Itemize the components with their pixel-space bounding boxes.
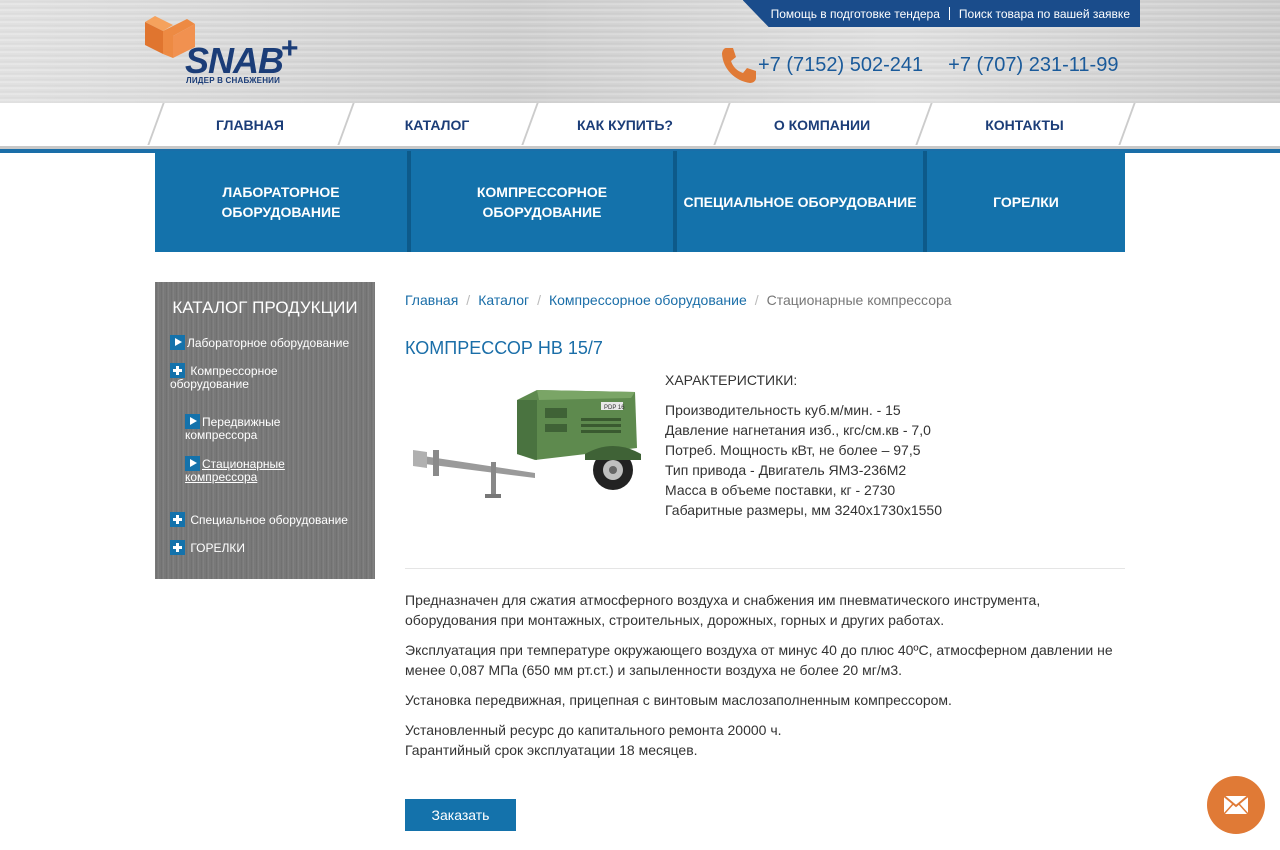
breadcrumb-home[interactable]: Главная: [405, 292, 458, 308]
catalog-sidebar: КАТАЛОГ ПРОДУКЦИИ Лабораторное оборудова…: [155, 282, 375, 579]
nav-about[interactable]: О КОМПАНИИ: [723, 103, 921, 146]
logo[interactable]: SNAB + ЛИДЕР В СНАБЖЕНИИ: [143, 14, 313, 89]
phones: +7 (7152) 502-241 +7 (707) 231-11-99: [718, 44, 1143, 86]
nav-how-to-buy[interactable]: КАК КУПИТЬ?: [531, 103, 719, 146]
product-search-link[interactable]: Поиск товара по вашей заявке: [959, 7, 1130, 21]
play-icon: [170, 335, 185, 350]
sidebar-item-mobile-compressors[interactable]: Передвижные компрессора: [185, 414, 305, 442]
description-line: Установленный ресурс до капитального рем…: [405, 722, 782, 738]
compressor-image[interactable]: PDP 16: [405, 378, 645, 518]
compressor-model-label: PDP 16: [604, 405, 625, 411]
description-line: Гарантийный срок эксплуатации 18 месяцев…: [405, 742, 698, 758]
plus-icon: [170, 363, 185, 378]
spec-line: Производительность куб.м/мин. - 15: [665, 402, 901, 418]
tile-lab-equipment[interactable]: ЛАБОРАТОРНОЕ ОБОРУДОВАНИЕ: [155, 151, 407, 252]
tender-help-link[interactable]: Помощь в подготовке тендера: [771, 7, 940, 21]
sidebar-item-stationary-compressors[interactable]: Стационарные компрессора: [185, 456, 305, 484]
breadcrumb-current: Стационарные компрессора: [766, 292, 952, 308]
order-button[interactable]: Заказать: [405, 799, 516, 831]
main-nav: ГЛАВНАЯ КАТАЛОГ КАК КУПИТЬ? О КОМПАНИИ К…: [0, 103, 1280, 149]
tile-burners[interactable]: ГОРЕЛКИ: [927, 151, 1125, 252]
spec-line: Потреб. Мощность кВт, не более – 97,5: [665, 442, 921, 458]
breadcrumb-compressor-equipment[interactable]: Компрессорное оборудование: [549, 292, 747, 308]
description-paragraph: Предназначен для сжатия атмосферного воз…: [405, 592, 1041, 628]
site-header: SNAB + ЛИДЕР В СНАБЖЕНИИ Помощь в подгот…: [0, 0, 1280, 103]
spec-line: Масса в объеме поставки, кг - 2730: [665, 482, 896, 498]
product-title: КОМПРЕССОР НВ 15/7: [405, 338, 603, 358]
logo-plus: +: [281, 32, 299, 65]
tile-special-equipment[interactable]: СПЕЦИАЛЬНОЕ ОБОРУДОВАНИЕ: [677, 151, 923, 252]
sidebar-item-burners[interactable]: ГОРЕЛКИ: [170, 540, 370, 555]
sidebar-item-label: ГОРЕЛКИ: [190, 541, 245, 555]
spec-line: Габаритные размеры, мм 3240х1730х1550: [665, 502, 942, 518]
category-tiles: ЛАБОРАТОРНОЕ ОБОРУДОВАНИЕ КОМПРЕССОРНОЕ …: [155, 151, 1125, 252]
phone-number-1[interactable]: +7 (7152) 502-241: [758, 54, 923, 77]
nav-contacts[interactable]: КОНТАКТЫ: [925, 103, 1124, 146]
play-icon: [185, 414, 200, 429]
sidebar-item-label: Специальное оборудование: [190, 513, 348, 527]
sidebar-item-lab[interactable]: Лабораторное оборудование: [170, 335, 370, 350]
description-paragraph: Установка передвижная, прицепная с винто…: [405, 692, 952, 708]
envelope-icon: [1223, 795, 1249, 815]
phone-icon: [722, 48, 756, 83]
nav-home[interactable]: ГЛАВНАЯ: [157, 103, 343, 146]
breadcrumb-separator: /: [754, 292, 759, 308]
play-icon: [185, 456, 200, 471]
mail-button[interactable]: [1207, 776, 1265, 834]
phone-number-2[interactable]: +7 (707) 231-11-99: [948, 54, 1118, 77]
breadcrumb-separator: /: [537, 292, 541, 308]
specs-title: ХАРАКТЕРИСТИКИ:: [665, 372, 798, 388]
sidebar-item-compressor[interactable]: Компрессорное оборудование: [170, 363, 320, 391]
tile-compressor-equipment[interactable]: КОМПРЕССОРНОЕ ОБОРУДОВАНИЕ: [411, 151, 673, 252]
spec-line: Давление нагнетания изб., кгс/см.кв - 7,…: [665, 422, 931, 438]
plus-icon: [170, 540, 185, 555]
top-links-bar: Помощь в подготовке тендера Поиск товара…: [742, 0, 1140, 27]
product-description: Предназначен для сжатия атмосферного воз…: [405, 590, 1125, 760]
sidebar-item-special[interactable]: Специальное оборудование: [170, 512, 370, 527]
sidebar-item-label: Компрессорное оборудование: [170, 364, 278, 391]
top-links-divider: [948, 7, 950, 20]
sidebar-item-label: Лабораторное оборудование: [187, 336, 350, 350]
spec-line: Тип привода - Двигатель ЯМЗ-236М2: [665, 462, 907, 478]
logo-tagline: ЛИДЕР В СНАБЖЕНИИ: [186, 76, 281, 85]
content-divider: [405, 568, 1125, 569]
product-specs: ХАРАКТЕРИСТИКИ: Производительность куб.м…: [665, 370, 942, 520]
breadcrumb-catalog[interactable]: Каталог: [478, 292, 529, 308]
plus-icon: [170, 512, 185, 527]
sidebar-title: КАТАЛОГ ПРОДУКЦИИ: [172, 298, 358, 317]
nav-catalog[interactable]: КАТАЛОГ: [347, 103, 527, 146]
breadcrumb-separator: /: [466, 292, 471, 308]
breadcrumb: Главная / Каталог / Компрессорное оборудован…: [405, 292, 952, 308]
description-paragraph: Эксплуатация при температуре окружающего…: [405, 642, 1113, 678]
